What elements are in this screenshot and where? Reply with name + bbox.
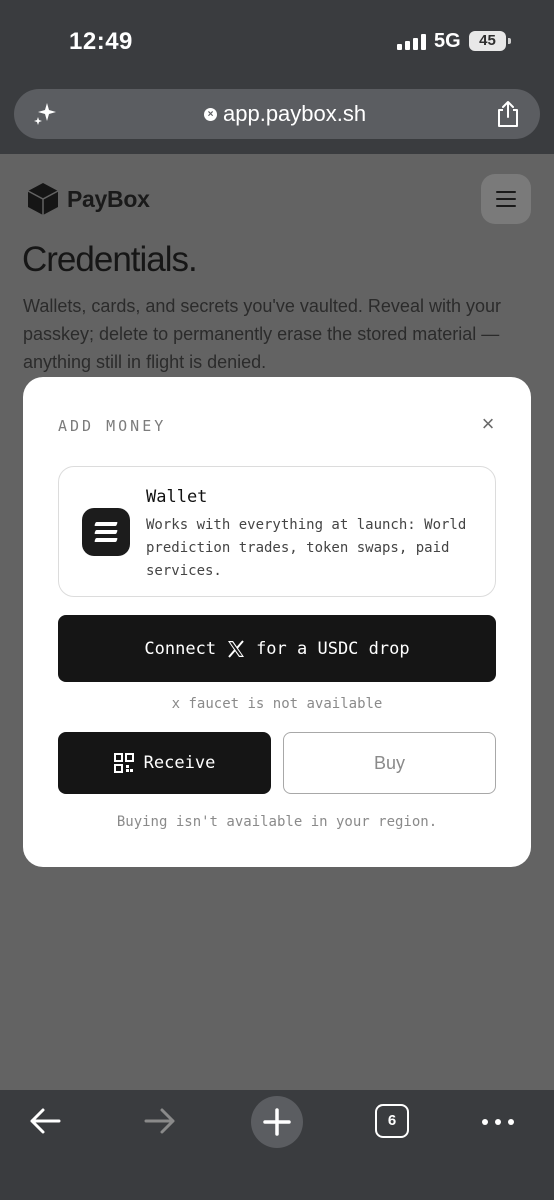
paybox-logo-icon	[27, 183, 59, 215]
buy-label: Buy	[373, 752, 406, 773]
network-label: 5G	[434, 30, 461, 52]
connect-label-pre: Connect	[144, 638, 217, 659]
qr-code-icon	[113, 753, 134, 773]
page-description: Wallets, cards, and secrets you've vault…	[23, 296, 501, 372]
wallet-card[interactable]: Wallet Works with everything at launch: …	[58, 466, 496, 597]
wallet-name: Wallet	[146, 487, 208, 507]
battery-icon: 45	[469, 31, 511, 51]
buy-button[interactable]: Buy	[283, 732, 496, 794]
back-arrow-icon[interactable]	[28, 1104, 62, 1138]
add-money-modal: ADD MONEY × Wallet Works with everything…	[23, 377, 531, 867]
close-icon[interactable]: ×	[478, 413, 498, 435]
brand-name: PayBox	[67, 185, 150, 212]
browser-toolbar: 6	[0, 1090, 554, 1200]
url-text: app.paybox.sh	[223, 101, 367, 126]
receive-button[interactable]: Receive	[58, 732, 271, 794]
status-bar: 12:49 5G 45	[0, 0, 554, 82]
faucet-note: x faucet is not available	[171, 696, 383, 712]
tab-switcher-button[interactable]: 6	[375, 1104, 409, 1138]
clear-url-icon[interactable]: ×	[204, 107, 217, 121]
more-options-icon[interactable]	[482, 1119, 514, 1125]
brand-logo[interactable]: PayBox	[27, 182, 150, 216]
url-display[interactable]: × app.paybox.sh	[204, 101, 366, 127]
menu-button[interactable]	[481, 174, 531, 224]
wallet-description: Works with everything at launch: World p…	[146, 517, 467, 579]
page-title: Credentials.	[22, 240, 198, 279]
browser-top-bar: × app.paybox.sh	[0, 82, 554, 154]
forward-arrow-icon[interactable]	[143, 1104, 177, 1138]
solana-icon	[82, 508, 130, 556]
x-logo-icon	[228, 639, 245, 658]
share-icon[interactable]	[495, 100, 521, 128]
receive-label: Receive	[143, 753, 216, 773]
sparkle-icon[interactable]	[32, 101, 58, 127]
status-time: 12:49	[69, 28, 133, 55]
new-tab-button[interactable]	[251, 1096, 303, 1148]
signal-icon	[397, 34, 426, 50]
address-bar[interactable]: × app.paybox.sh	[14, 89, 540, 139]
region-note: Buying isn't available in your region.	[116, 814, 438, 830]
plus-icon	[263, 1108, 291, 1136]
connect-label-post: for a USDC drop	[256, 638, 410, 659]
connect-x-button[interactable]: Connect for a USDC drop	[58, 615, 496, 682]
modal-title: ADD MONEY	[58, 417, 167, 435]
